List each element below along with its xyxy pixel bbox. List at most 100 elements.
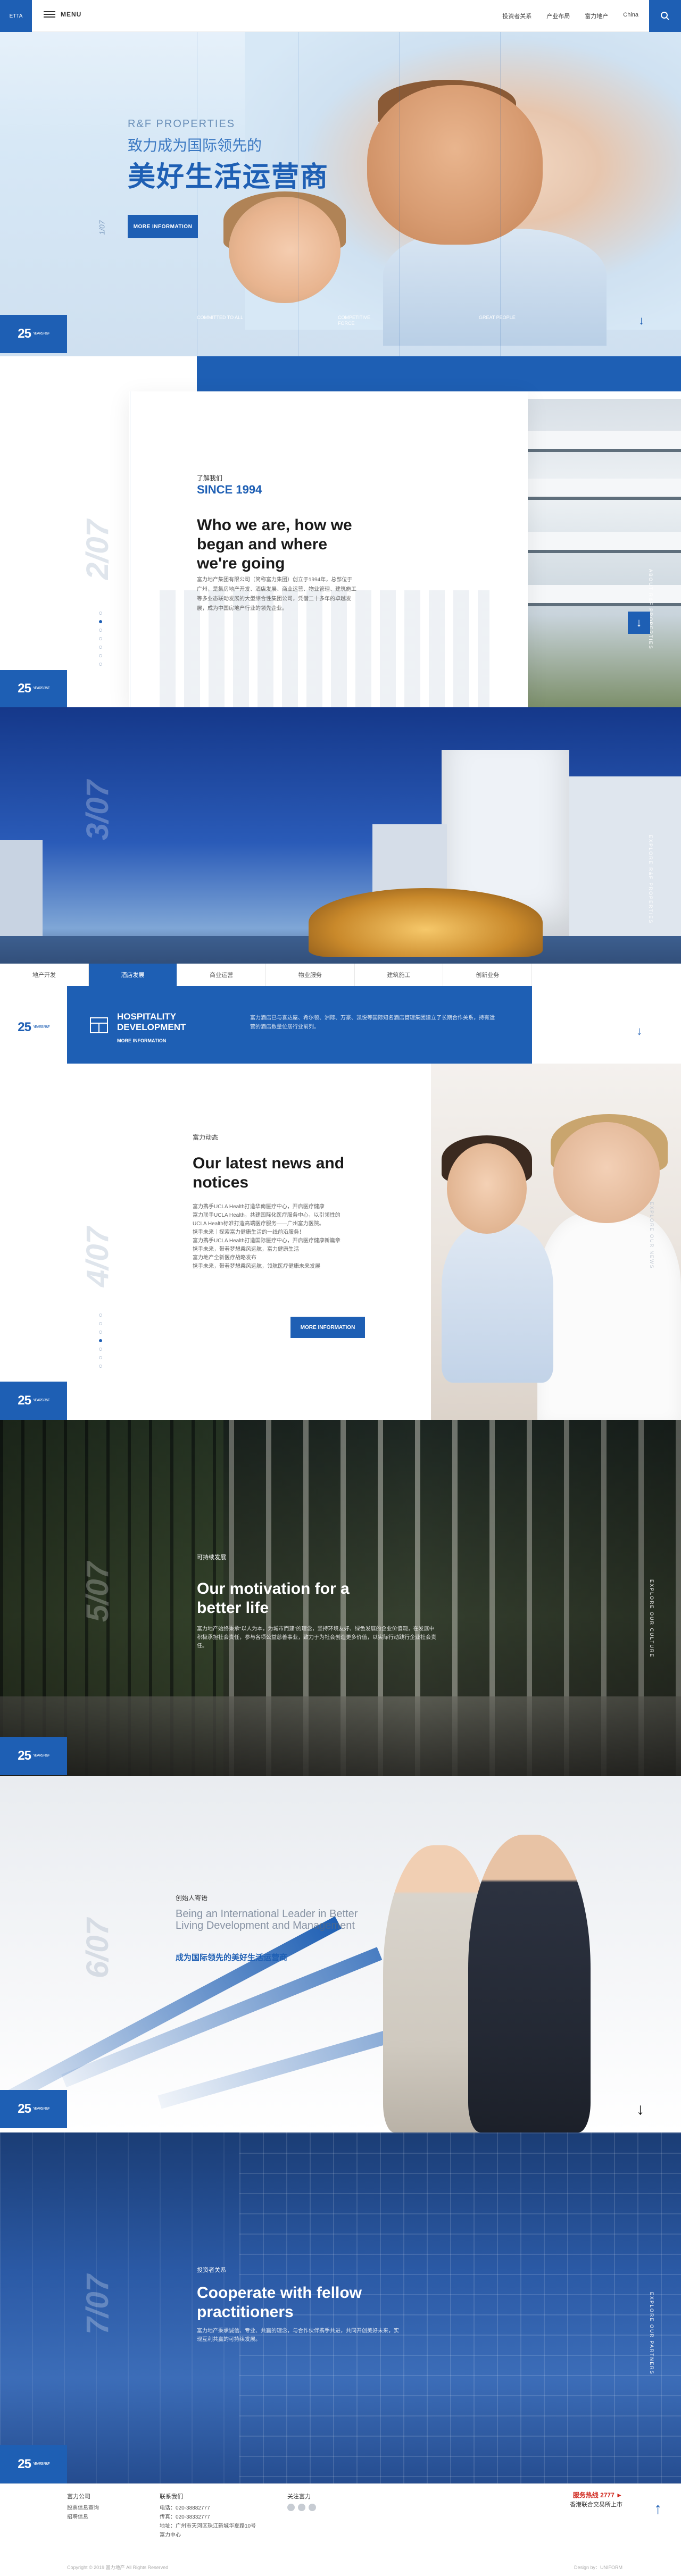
footer-col-follow: 关注富力	[287, 2493, 316, 2511]
cooperate-title: Cooperate with fellow practitioners	[197, 2284, 362, 2321]
hospitality-body: 富力酒店已与喜达屋、希尔顿、洲际、万豪、凯悦等国际知名酒店管理集团建立了长期合作…	[250, 1015, 495, 1030]
hotline-number[interactable]: 服务热线 2777 ►	[570, 2490, 622, 2500]
hospitality-next-icon[interactable]: ↓	[636, 1024, 642, 1038]
stat-label: COMMITTED TO ALL	[197, 315, 244, 320]
news-item[interactable]: 富力联手UCLA Health，共建国际化医疗服务中心，以引领性的UCLA He…	[193, 1211, 352, 1228]
scroll-down-icon[interactable]: ↓	[638, 314, 644, 328]
news-section: 4/07 富力动态 Our latest news and notices 富力…	[0, 1064, 681, 1420]
hospitality-more-link[interactable]: MORE INFORMATION	[117, 1038, 166, 1043]
news-title: Our latest news and notices	[193, 1155, 345, 1191]
logo[interactable]: ETTA	[0, 0, 32, 32]
section-dots	[99, 1314, 102, 1368]
language-select[interactable]: China	[623, 12, 638, 20]
tab-hospitality[interactable]: 酒店发展	[88, 964, 178, 986]
about-next-icon[interactable]: ↓	[628, 612, 650, 634]
hero-daughter-figure	[229, 197, 340, 303]
news-item[interactable]: 富力携手UCLA Health打造国际医疗中心，开启医疗健康新篇章	[193, 1237, 352, 1245]
section-number: 6/07	[80, 1918, 115, 1978]
news-more-button[interactable]: MORE INFORMATION	[290, 1317, 365, 1338]
footer-col-title: 富力公司	[67, 2494, 90, 2500]
culture-side-label: EXPLORE OUR CULTURE	[649, 1579, 654, 1658]
hero-page-indicator: 1/07	[97, 220, 106, 235]
hero-stats: COMMITTED TO ALL COMPETITIVE FORCE GREAT…	[197, 315, 527, 327]
about-year: SINCE 1994	[197, 483, 262, 496]
wechat-icon[interactable]	[287, 2504, 295, 2511]
culture-small-label: 可持续发展	[197, 1554, 226, 1561]
news-item[interactable]: 携手未来，带着梦想乘风远航，领航医疗健康未来发展	[193, 1262, 352, 1271]
tab-property[interactable]: 物业服务	[266, 964, 355, 986]
brand-badge: 25 YEARS R&F	[0, 1382, 67, 1420]
section-number: 7/07	[80, 2274, 115, 2335]
culture-section: 5/07 可持续发展 Our motivation for a better l…	[0, 1420, 681, 1776]
tab-construction[interactable]: 建筑施工	[355, 964, 444, 986]
founders-title-cn: 成为国际领先的美好生活运营商	[176, 1953, 288, 1962]
founders-next-icon[interactable]: ↓	[636, 2101, 644, 2119]
top-bar: ETTA MENU 投资者关系 产业布局 富力地产 China	[0, 0, 681, 32]
nav-item[interactable]: 富力地产	[585, 12, 608, 20]
back-to-top-icon[interactable]: ↑	[654, 2500, 662, 2518]
founders-section: 6/07 创始人寄语 Being an International Leader…	[0, 1776, 681, 2132]
footer-link[interactable]: 招聘信息	[67, 2513, 99, 2522]
culture-body: 富力地产始终秉承“以人为本，为城市而建”的理念，坚持环境友好、绿色发展的企业价值…	[197, 1626, 436, 1649]
search-icon	[661, 12, 669, 20]
news-photo	[431, 1064, 681, 1420]
news-item[interactable]: 携手未来｜探索富力健康生活的一线前沿服务！	[193, 1228, 352, 1237]
about-building-photo	[528, 399, 681, 707]
footer-col-title: 关注富力	[287, 2494, 311, 2500]
weibo-icon[interactable]	[298, 2504, 305, 2511]
tab-innovation[interactable]: 创新业务	[443, 964, 533, 986]
hero-more-button[interactable]: MORE INFORMATION	[128, 215, 198, 238]
nav-item[interactable]: 投资者关系	[502, 12, 531, 20]
news-side-label: EXPLORE OUR NEWS	[649, 1202, 654, 1269]
brand-badge: 25 YEARS R&F	[0, 2090, 67, 2128]
qq-icon[interactable]	[309, 2504, 316, 2511]
hero-section: R&F PROPERTIES 致力成为国际领先的 美好生活运营商 MORE IN…	[0, 0, 681, 356]
hamburger-icon	[44, 11, 55, 18]
founders-small-label: 创始人寄语	[176, 1894, 208, 1902]
hospitality-title: HOSPITALITY DEVELOPMENT	[117, 1011, 186, 1032]
founders-title: Being an International Leader in Better …	[176, 1908, 358, 1931]
top-nav: 投资者关系 产业布局 富力地产 China	[502, 12, 638, 20]
about-body: 富力地产集团有限公司（简称富力集团）创立于1994年，总部位于广州，是集房地产开…	[197, 577, 356, 612]
news-item[interactable]: 富力携手UCLA Health打造华南医疗中心，开启医疗健康	[193, 1203, 352, 1211]
footer-col-company: 富力公司 股票信息查询 招聘信息	[67, 2493, 99, 2522]
section-number: 3/07	[80, 780, 115, 840]
search-button[interactable]	[649, 0, 681, 32]
founder-right	[468, 1835, 591, 2132]
section-number: 5/07	[80, 1562, 115, 1622]
powered-by: Design by：UNIFORM	[574, 2565, 622, 2570]
footer-contact-line: 地址：广州市天河区珠江新城华夏路10号	[160, 2523, 256, 2529]
nav-item[interactable]: 产业布局	[546, 12, 570, 20]
tab-real-estate[interactable]: 地产开发	[0, 964, 89, 986]
about-section: 2/07 了解我们 SINCE 1994 Who we are, how we …	[0, 356, 681, 707]
news-item[interactable]: 富力地产全新医疗战略发布	[193, 1254, 352, 1262]
footer: 富力公司 股票信息查询 招聘信息 联系我们 电话：020-38882777 传真…	[0, 2483, 681, 2576]
hero-subtitle-en: R&F PROPERTIES	[128, 118, 236, 130]
news-list: 富力携手UCLA Health打造华南医疗中心，开启医疗健康 富力联手UCLA …	[193, 1203, 352, 1271]
cooperate-body: 富力地产秉承诚信、专业、共赢的理念，与合作伙伴携手共进，共同开创美好未来，实现互…	[197, 2328, 399, 2343]
tab-commercial[interactable]: 商业运营	[177, 964, 267, 986]
footer-hotline: 服务热线 2777 ► 香港联合交易所上市	[570, 2490, 622, 2510]
hero-title: 美好生活运营商	[128, 162, 329, 193]
brand-badge: 25 YEARS R&F	[0, 1737, 67, 1775]
menu-button[interactable]: MENU	[44, 11, 81, 18]
hospitality-section: 3/07 EXPLORE R&F PROPERTIES 地产开发 酒店发展 商业…	[0, 707, 681, 1064]
stat-label: COMPETITIVE FORCE	[338, 315, 371, 326]
section-number: 2/07	[80, 520, 115, 580]
hero-father-figure	[367, 85, 543, 245]
footer-col-title: 联系我们	[160, 2494, 183, 2500]
about-title: Who we are, how we began and where we're…	[197, 516, 352, 572]
footer-link[interactable]: 股票信息查询	[67, 2504, 99, 2513]
news-small-label: 富力动态	[193, 1134, 219, 1141]
cooperate-small-label: 投资者关系	[197, 2267, 226, 2273]
news-item[interactable]: 携手未来，带着梦想乘风远航，富力健康生活	[193, 1245, 352, 1254]
brand-badge: 25 YEARS R&F	[0, 315, 67, 353]
business-tabs: 地产开发 酒店发展 商业运营 物业服务 建筑施工 创新业务	[0, 964, 533, 986]
about-small-label: 了解我们	[197, 474, 223, 482]
copyright: Copyright © 2019 富力地产 All Rights Reserve…	[67, 2565, 169, 2570]
stock-exchange-note: 香港联合交易所上市	[570, 2502, 622, 2508]
hotel-icon	[90, 1017, 108, 1033]
section-number: 4/07	[80, 1227, 115, 1287]
cooperate-side-label: EXPLORE OUR PARTNERS	[649, 2292, 654, 2375]
brand-badge: 25 YEARS R&F	[0, 2445, 67, 2483]
